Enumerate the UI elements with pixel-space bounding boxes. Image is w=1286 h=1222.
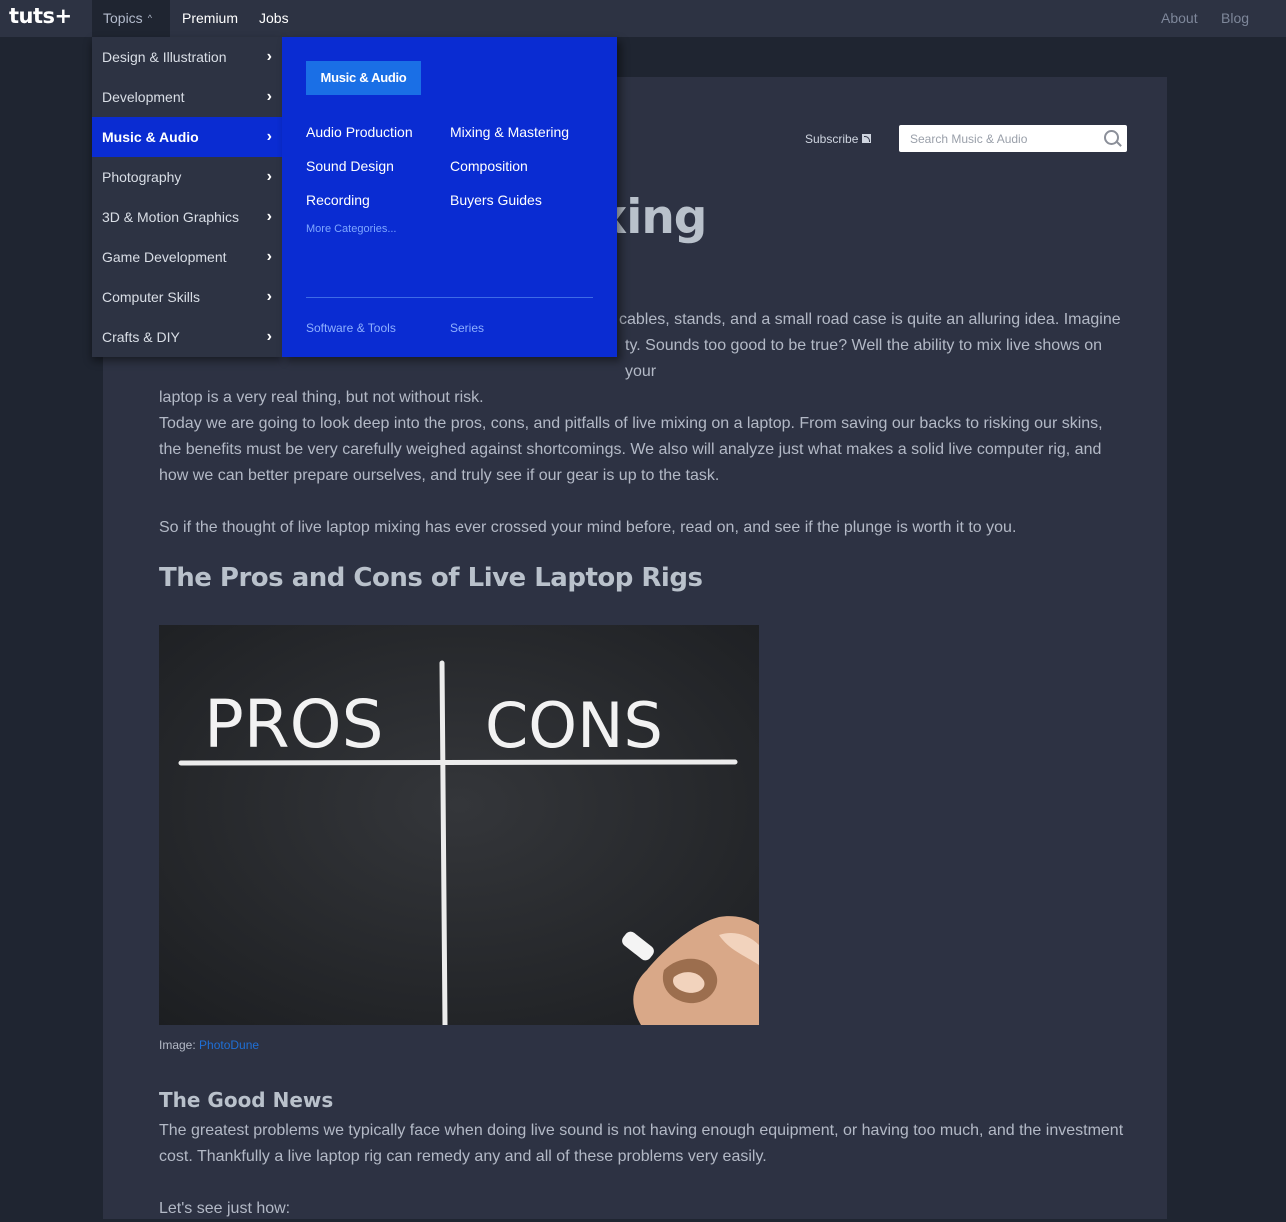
category-label: Music & Audio — [102, 129, 199, 145]
chalkboard-illustration: PROS CONS — [159, 625, 759, 1025]
category-label: Game Development — [102, 249, 227, 265]
paragraph-4: The greatest problems we typically face … — [159, 1122, 1124, 1165]
chevron-right-icon: › — [266, 168, 272, 185]
subscribe-link[interactable]: Subscribe — [805, 132, 872, 146]
paragraph-5: Let's see just how: — [159, 1200, 291, 1217]
subcategory-mixing-mastering[interactable]: Mixing & Mastering — [450, 124, 569, 140]
image-pros-label: PROS — [204, 686, 384, 763]
caret-up-icon: ^ — [147, 13, 152, 23]
category-computer-skills[interactable]: Computer Skills › — [92, 277, 282, 317]
top-nav-bar: tuts+ Topics ^ Premium Jobs About Blog — [0, 0, 1286, 37]
chevron-right-icon: › — [266, 88, 272, 105]
subcategory-buyers-guides[interactable]: Buyers Guides — [450, 192, 542, 208]
chevron-right-icon: › — [266, 248, 272, 265]
category-development[interactable]: Development › — [92, 77, 282, 117]
category-label: Computer Skills — [102, 289, 201, 305]
search-icon[interactable] — [1104, 130, 1119, 145]
chevron-right-icon: › — [266, 128, 272, 145]
paragraph-3: So if the thought of live laptop mixing … — [159, 519, 1017, 536]
category-label: 3D & Motion Graphics — [102, 209, 239, 225]
subscribe-label: Subscribe — [805, 132, 859, 146]
category-design-illustration[interactable]: Design & Illustration › — [92, 37, 282, 77]
subcategory-recording[interactable]: Recording — [306, 192, 370, 208]
intro-line-3: laptop is a very real thing, but not wit… — [159, 389, 484, 406]
search-box — [899, 125, 1127, 152]
chevron-right-icon: › — [266, 288, 272, 305]
category-music-audio[interactable]: Music & Audio › — [92, 117, 282, 157]
category-photography[interactable]: Photography › — [92, 157, 282, 197]
chevron-right-icon: › — [266, 328, 272, 345]
category-label: Crafts & DIY — [102, 329, 180, 345]
section-heading-good-news: The Good News — [159, 1088, 334, 1112]
rss-icon — [862, 134, 872, 144]
paragraph-2: Today we are going to look deep into the… — [159, 415, 1103, 484]
series-link[interactable]: Series — [450, 321, 484, 335]
category-label: Photography — [102, 169, 182, 185]
nav-blog[interactable]: Blog — [1221, 0, 1249, 37]
nav-topics[interactable]: Topics ^ — [92, 0, 170, 37]
category-crafts-diy[interactable]: Crafts & DIY › — [92, 317, 282, 357]
tuts-logo[interactable]: tuts+ — [9, 4, 72, 28]
chevron-right-icon: › — [266, 208, 272, 225]
category-label: Design & Illustration — [102, 49, 227, 65]
software-tools-link[interactable]: Software & Tools — [306, 321, 396, 335]
caption-photodune-link[interactable]: PhotoDune — [199, 1038, 259, 1052]
category-label: Development — [102, 89, 185, 105]
category-game-development[interactable]: Game Development › — [92, 237, 282, 277]
topics-dropdown-panel: Music & Audio Audio Production Sound Des… — [282, 37, 617, 357]
more-categories-link[interactable]: More Categories... — [306, 223, 396, 235]
subcategory-sound-design[interactable]: Sound Design — [306, 158, 394, 174]
chevron-right-icon: › — [266, 48, 272, 65]
nav-topics-label: Topics — [103, 10, 143, 26]
image-cons-label: CONS — [485, 689, 663, 762]
panel-category-badge[interactable]: Music & Audio — [306, 61, 421, 95]
nav-about[interactable]: About — [1161, 0, 1198, 37]
caption-label: Image: — [159, 1038, 196, 1052]
topics-dropdown-categories: Design & Illustration › Development › Musi… — [92, 37, 282, 357]
subcategory-composition[interactable]: Composition — [450, 158, 528, 174]
image-caption: Image: PhotoDune — [159, 1038, 259, 1052]
subcategory-audio-production[interactable]: Audio Production — [306, 124, 413, 140]
nav-jobs[interactable]: Jobs — [259, 0, 289, 37]
search-input[interactable] — [899, 125, 1110, 152]
pros-cons-image: PROS CONS — [159, 625, 759, 1025]
category-3d-motion-graphics[interactable]: 3D & Motion Graphics › — [92, 197, 282, 237]
nav-premium[interactable]: Premium — [182, 0, 238, 37]
panel-divider — [306, 297, 593, 298]
section-heading-pros-cons: The Pros and Cons of Live Laptop Rigs — [159, 563, 703, 593]
